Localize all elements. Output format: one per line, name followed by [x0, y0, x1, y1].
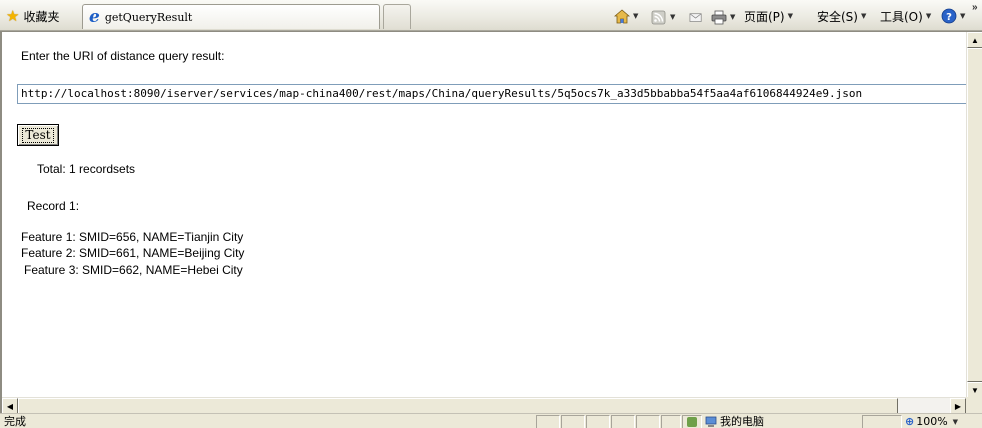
chevron-down-icon: ▼: [860, 12, 867, 20]
chevron-down-icon: ▼: [787, 12, 793, 20]
home-icon: [614, 8, 630, 23]
toolbar-overflow-button[interactable]: »: [972, 2, 978, 13]
safety-menu-label: 安全(S): [817, 9, 858, 24]
chevron-down-icon: ▼: [960, 12, 966, 20]
record-heading: Record 1:: [27, 199, 80, 213]
command-bar: ★ 收藏夹 e getQueryResult ▼ ▼ ▼ 页面(P) ▼ 安全(…: [0, 0, 982, 31]
total-recordsets-text: Total: 1 recordsets: [37, 162, 136, 176]
zoom-control[interactable]: ⊕ 100% ▼: [905, 415, 958, 428]
chevron-down-icon: ▼: [925, 12, 932, 20]
protected-mode-pane[interactable]: [682, 415, 702, 428]
security-zone[interactable]: 我的电脑: [705, 415, 764, 428]
page-viewport: Enter the URI of distance query result: …: [0, 31, 982, 414]
scrollbar-corner: [966, 397, 982, 413]
safety-menu[interactable]: 安全(S) ▼: [817, 8, 866, 24]
svg-text:?: ?: [946, 12, 952, 23]
status-pane: [636, 415, 660, 428]
arrow-left-icon: ◀: [6, 401, 14, 411]
print-button[interactable]: ▼: [711, 9, 735, 25]
scroll-left-button[interactable]: ◀: [2, 398, 18, 414]
help-button[interactable]: ? ▼: [941, 8, 965, 24]
tools-menu-label: 工具(O): [880, 9, 923, 24]
feature-row: Feature 1: SMID=656, NAME=Tianjin City: [21, 230, 244, 244]
page-menu[interactable]: 页面(P) ▼: [744, 8, 793, 24]
feature-row: Feature 2: SMID=661, NAME=Beijing City: [21, 246, 245, 260]
star-icon: ★: [6, 6, 20, 25]
status-bar: 完成 我的电脑 ⊕ 100% ▼: [0, 413, 982, 428]
favorites-label: 收藏夹: [23, 9, 60, 24]
status-text: 完成: [4, 415, 26, 428]
tab-getqueryresult[interactable]: e getQueryResult: [82, 4, 380, 29]
favorites-button[interactable]: ★ 收藏夹: [6, 7, 59, 25]
tools-menu[interactable]: 工具(O) ▼: [880, 8, 931, 24]
rss-feed-icon: [651, 10, 666, 24]
scroll-down-button[interactable]: ▼: [967, 382, 982, 398]
test-button[interactable]: Test: [17, 124, 59, 146]
status-pane: [586, 415, 610, 428]
chevron-down-icon: ▼: [730, 13, 736, 21]
arrow-up-icon: ▲: [971, 35, 979, 45]
vertical-scrollbar[interactable]: ▲ ▼: [966, 32, 982, 398]
home-button[interactable]: ▼: [614, 8, 638, 24]
feeds-button[interactable]: ▼: [651, 9, 675, 25]
vertical-scroll-thumb[interactable]: [967, 48, 982, 382]
page-menu-label: 页面(P): [744, 9, 785, 24]
chevron-down-icon: ▼: [952, 418, 959, 426]
zoom-level: 100%: [916, 415, 948, 428]
security-icon: [687, 417, 697, 427]
zone-label: 我的电脑: [720, 415, 764, 428]
horizontal-scroll-thumb[interactable]: [18, 398, 898, 414]
scroll-up-button[interactable]: ▲: [967, 32, 982, 48]
uri-prompt-label: Enter the URI of distance query result:: [21, 49, 225, 63]
status-pane: [561, 415, 585, 428]
arrow-right-icon: ▶: [954, 401, 962, 411]
chevron-down-icon: ▼: [633, 12, 639, 20]
horizontal-scrollbar[interactable]: ◀ ▶: [2, 397, 966, 414]
tab-title: getQueryResult: [104, 10, 193, 24]
test-button-label: Test: [22, 127, 54, 143]
status-pane: [661, 415, 681, 428]
new-tab-button[interactable]: [383, 4, 411, 29]
uri-input[interactable]: http://localhost:8090/iserver/services/m…: [17, 84, 977, 104]
status-pane: [536, 415, 560, 428]
chevron-down-icon: ▼: [670, 13, 676, 21]
feature-row: Feature 3: SMID=662, NAME=Hebei City: [24, 263, 243, 277]
printer-icon: [711, 10, 727, 24]
arrow-down-icon: ▼: [971, 385, 979, 395]
help-icon: ?: [941, 8, 957, 24]
add-ons-pane[interactable]: [862, 415, 902, 428]
zoom-icon: ⊕: [905, 415, 915, 428]
computer-icon: [705, 416, 717, 427]
mail-icon: [689, 12, 702, 22]
ie-logo-icon: e: [89, 6, 100, 27]
status-pane: [611, 415, 635, 428]
scroll-right-button[interactable]: ▶: [950, 398, 966, 414]
read-mail-button[interactable]: [688, 10, 704, 26]
